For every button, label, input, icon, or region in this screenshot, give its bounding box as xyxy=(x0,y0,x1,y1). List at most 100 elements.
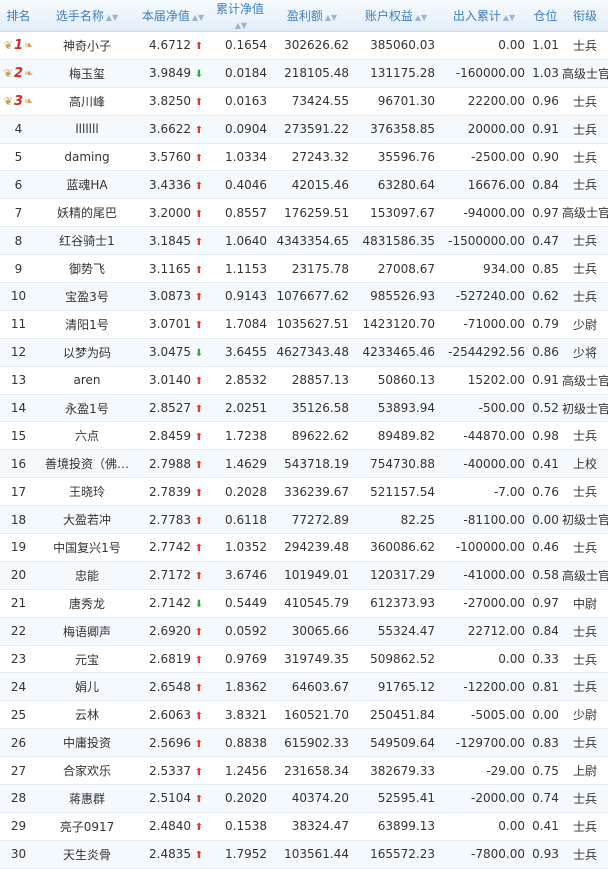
player-name-text[interactable]: 亮子0917 xyxy=(60,820,115,834)
player-name[interactable]: 大盈若冲 xyxy=(37,505,137,535)
player-name-text[interactable]: daming xyxy=(64,150,109,164)
nav-value: 3.5760 xyxy=(149,150,191,164)
player-name[interactable]: 永盈1号 xyxy=(37,394,137,423)
player-name[interactable]: 中庸投资 xyxy=(37,728,137,758)
col-header-grade[interactable]: 衔级 xyxy=(562,0,608,32)
player-name-text[interactable]: 妖精的尾巴 xyxy=(57,206,117,220)
player-name[interactable]: 中国复兴1号 xyxy=(37,533,137,562)
player-name-text[interactable]: 天生炎骨 xyxy=(63,848,111,862)
player-name-text[interactable]: 红谷骑士1 xyxy=(59,234,115,248)
col-header-name[interactable]: 选手名称 ▲▼ xyxy=(37,0,137,32)
grade-cell: 高级士官 xyxy=(562,366,608,395)
player-name-text[interactable]: 善境投资（佛… xyxy=(45,457,129,471)
col-header-equity[interactable]: 账户权益 ▲▼ xyxy=(353,0,439,32)
player-name-text[interactable]: aren xyxy=(73,373,100,387)
player-name[interactable]: 六点 xyxy=(37,421,137,451)
player-name[interactable]: 梅玉玺 xyxy=(37,59,137,88)
inout-cell: 22200.00 xyxy=(439,87,529,116)
player-name[interactable]: 王晓玲 xyxy=(37,477,137,507)
player-name-text[interactable]: 元宝 xyxy=(75,653,99,667)
player-name[interactable]: 宝盈3号 xyxy=(37,282,137,311)
player-name[interactable]: 高川峰 xyxy=(37,87,137,116)
profit-value: 1076677.62 xyxy=(276,289,349,304)
equity-value: 131175.28 xyxy=(370,66,435,81)
rank-number: 25 xyxy=(10,707,27,722)
player-name-text[interactable]: 御势飞 xyxy=(69,262,105,276)
player-name-text[interactable]: 梅语卿声 xyxy=(63,625,111,639)
player-name-text[interactable]: 娟儿 xyxy=(75,680,99,694)
col-header-inout[interactable]: 出入累计 ▲▼ xyxy=(439,0,529,32)
equity-cell: 96701.30 xyxy=(353,87,439,116)
player-name-text[interactable]: 忠能 xyxy=(75,569,99,583)
player-name[interactable]: 娟儿 xyxy=(37,672,137,702)
player-name-text[interactable]: 大盈若冲 xyxy=(63,513,111,527)
player-name[interactable]: 合家欢乐 xyxy=(37,756,137,786)
player-name[interactable]: aren xyxy=(37,366,137,395)
grade-cell: 士兵 xyxy=(562,840,608,869)
col-header-cum-nav[interactable]: 累计净值 ▲▼ xyxy=(209,0,271,32)
player-name[interactable]: 云林 xyxy=(37,700,137,730)
arrow-up-icon: ⬆ xyxy=(194,320,204,332)
col-header-rank[interactable]: 排名 xyxy=(0,0,37,32)
nav-cell: 2.7988 ⬆ xyxy=(137,449,209,479)
player-name[interactable]: 亮子0917 xyxy=(37,812,137,841)
nav-value: 2.7142 xyxy=(149,596,191,611)
position-value: 0.79 xyxy=(532,317,559,332)
profit-cell: 231658.34 xyxy=(271,756,353,786)
position-cell: 0.75 xyxy=(529,756,562,786)
player-name-text[interactable]: 唐秀龙 xyxy=(69,597,105,611)
player-name-text[interactable]: 梅玉玺 xyxy=(69,67,105,81)
player-name[interactable]: 红谷骑士1 xyxy=(37,226,137,256)
col-header-profit[interactable]: 盈利额 ▲▼ xyxy=(271,0,353,32)
inout-value: 22712.00 xyxy=(467,624,525,639)
profit-value: 294239.48 xyxy=(284,540,349,555)
col-header-position[interactable]: 仓位 xyxy=(529,0,562,32)
grade-value: 高级士官 xyxy=(562,66,608,81)
player-name[interactable]: 梅语卿声 xyxy=(37,617,137,646)
player-name[interactable]: 清阳1号 xyxy=(37,310,137,339)
inout-value: -27000.00 xyxy=(463,596,525,611)
player-name-text[interactable]: 六点 xyxy=(75,429,99,443)
player-name[interactable]: 善境投资（佛… xyxy=(37,449,137,479)
cum-nav-value: 1.7952 xyxy=(225,847,267,862)
player-name-text[interactable]: lllllll xyxy=(75,122,98,136)
player-name[interactable]: 以梦为码 xyxy=(37,338,137,367)
position-cell: 0.84 xyxy=(529,617,562,646)
player-name[interactable]: 神奇小子 xyxy=(37,31,137,60)
profit-value: 231658.34 xyxy=(284,763,349,778)
table-row: 6 蓝魂HA 3.4336 ⬆ 0.4046 42015.46 63280.64 16676.… xyxy=(0,170,608,200)
player-name-text[interactable]: 合家欢乐 xyxy=(63,764,111,778)
player-name[interactable]: 蒋惠群 xyxy=(37,784,137,813)
profit-value: 319749.35 xyxy=(284,652,349,667)
player-name-text[interactable]: 以梦为码 xyxy=(63,346,111,360)
player-name-text[interactable]: 蒋惠群 xyxy=(69,792,105,806)
player-name-text[interactable]: 云林 xyxy=(75,708,99,722)
player-name[interactable]: 蓝魂HA xyxy=(37,170,137,200)
nav-cell: 3.0873 ⬆ xyxy=(137,282,209,311)
player-name[interactable]: 唐秀龙 xyxy=(37,589,137,618)
grade-value: 少尉 xyxy=(572,708,597,723)
arrow-down-icon: ⬇ xyxy=(194,599,204,611)
cum-nav-value: 0.9769 xyxy=(225,652,267,667)
player-name[interactable]: 忠能 xyxy=(37,561,137,590)
player-name[interactable]: 妖精的尾巴 xyxy=(37,198,137,228)
player-name-text[interactable]: 永盈1号 xyxy=(65,402,109,416)
cum-nav-value: 2.8532 xyxy=(225,373,267,388)
cum-nav-cell: 1.7238 xyxy=(209,421,271,451)
player-name[interactable]: 天生炎骨 xyxy=(37,840,137,869)
nav-value: 3.1165 xyxy=(149,261,191,276)
player-name[interactable]: 元宝 xyxy=(37,645,137,674)
player-name-text[interactable]: 神奇小子 xyxy=(63,39,111,53)
player-name-text[interactable]: 蓝魂HA xyxy=(66,178,107,192)
player-name[interactable]: 御势飞 xyxy=(37,254,137,284)
col-header-nav[interactable]: 本届净值 ▲▼ xyxy=(137,0,209,32)
player-name-text[interactable]: 中庸投资 xyxy=(63,736,111,750)
player-name-text[interactable]: 中国复兴1号 xyxy=(53,541,121,555)
rank-number: 24 xyxy=(10,679,27,694)
player-name[interactable]: daming xyxy=(37,143,137,172)
player-name[interactable]: lllllll xyxy=(37,115,137,144)
player-name-text[interactable]: 高川峰 xyxy=(69,95,105,109)
player-name-text[interactable]: 王晓玲 xyxy=(69,485,105,499)
player-name-text[interactable]: 宝盈3号 xyxy=(65,290,109,304)
player-name-text[interactable]: 清阳1号 xyxy=(65,318,109,332)
